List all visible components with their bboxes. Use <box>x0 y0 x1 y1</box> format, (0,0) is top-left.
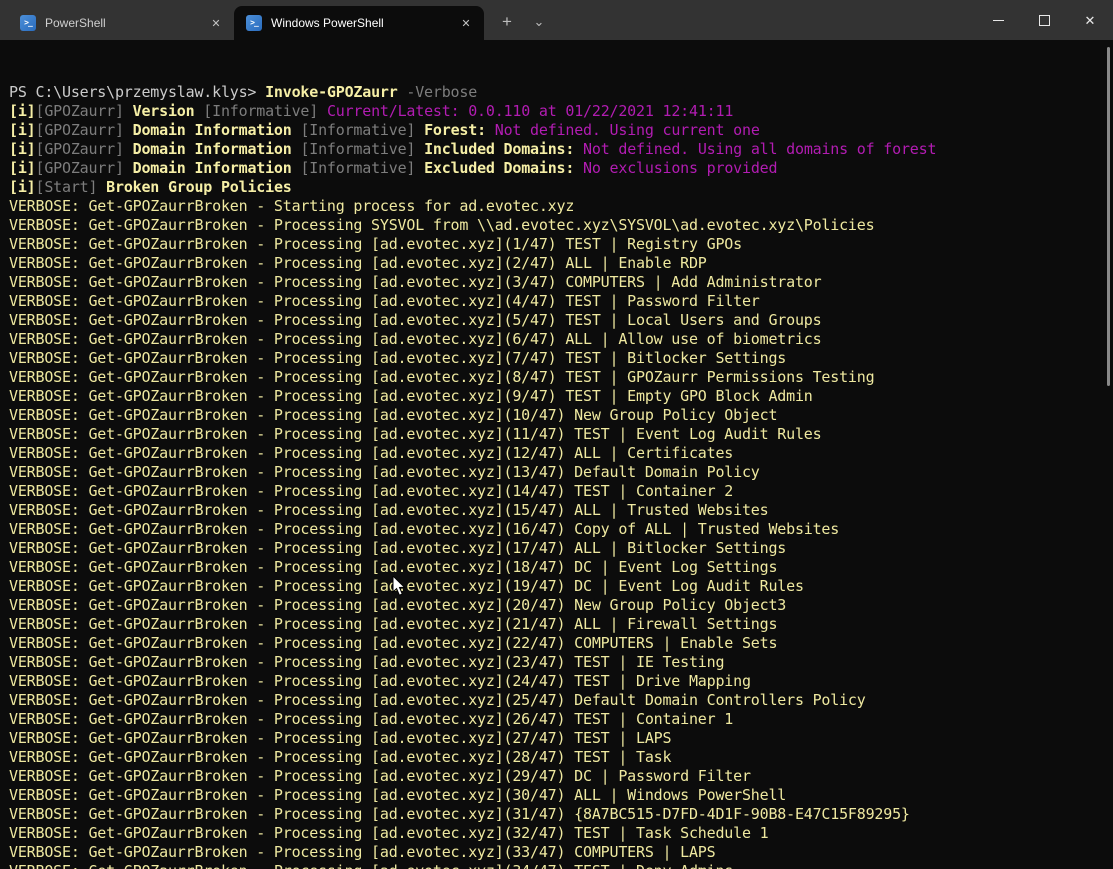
terminal-line: VERBOSE: Get-GPOZaurrBroken - Processing… <box>9 748 1099 767</box>
terminal-line: VERBOSE: Get-GPOZaurrBroken - Processing… <box>9 767 1099 786</box>
terminal[interactable]: PS C:\Users\przemyslaw.klys> Invoke-GPOZ… <box>0 40 1113 869</box>
minimize-button[interactable] <box>975 0 1021 40</box>
terminal-line: VERBOSE: Get-GPOZaurrBroken - Processing… <box>9 786 1099 805</box>
minimize-icon <box>993 20 1004 21</box>
windows-terminal-window: { "window": { "title_bar": { "tabs": [ {… <box>0 0 1113 869</box>
powershell-icon: >_ <box>20 15 36 31</box>
terminal-line: VERBOSE: Get-GPOZaurrBroken - Processing… <box>9 710 1099 729</box>
window-controls: ✕ <box>975 0 1113 40</box>
tab-bar: >_ PowerShell ✕ >_ Windows PowerShell ✕ <box>0 0 484 40</box>
terminal-line: VERBOSE: Get-GPOZaurrBroken - Processing… <box>9 634 1099 653</box>
terminal-line: VERBOSE: Get-GPOZaurrBroken - Processing… <box>9 691 1099 710</box>
terminal-line: [i][Start] Broken Group Policies <box>9 178 1099 197</box>
terminal-line: VERBOSE: Get-GPOZaurrBroken - Processing… <box>9 387 1099 406</box>
maximize-button[interactable] <box>1021 0 1067 40</box>
terminal-line: VERBOSE: Get-GPOZaurrBroken - Processing… <box>9 558 1099 577</box>
terminal-line: VERBOSE: Get-GPOZaurrBroken - Processing… <box>9 729 1099 748</box>
terminal-line: VERBOSE: Get-GPOZaurrBroken - Processing… <box>9 615 1099 634</box>
tab-windows-powershell[interactable]: >_ Windows PowerShell ✕ <box>234 6 484 40</box>
terminal-line: VERBOSE: Get-GPOZaurrBroken - Processing… <box>9 216 1099 235</box>
terminal-line: VERBOSE: Get-GPOZaurrBroken - Processing… <box>9 273 1099 292</box>
scrollbar-thumb[interactable] <box>1107 47 1110 386</box>
terminal-line: VERBOSE: Get-GPOZaurrBroken - Processing… <box>9 482 1099 501</box>
terminal-line: VERBOSE: Get-GPOZaurrBroken - Processing… <box>9 444 1099 463</box>
terminal-line: VERBOSE: Get-GPOZaurrBroken - Processing… <box>9 501 1099 520</box>
terminal-line: VERBOSE: Get-GPOZaurrBroken - Processing… <box>9 311 1099 330</box>
powershell-icon: >_ <box>246 15 262 31</box>
close-tab-icon[interactable]: ✕ <box>454 11 478 35</box>
terminal-line: VERBOSE: Get-GPOZaurrBroken - Processing… <box>9 824 1099 843</box>
terminal-line: VERBOSE: Get-GPOZaurrBroken - Processing… <box>9 330 1099 349</box>
terminal-line: VERBOSE: Get-GPOZaurrBroken - Processing… <box>9 539 1099 558</box>
terminal-line: [i][GPOZaurr] Domain Information [Inform… <box>9 121 1099 140</box>
tab-powershell[interactable]: >_ PowerShell ✕ <box>8 6 234 40</box>
terminal-line: [i][GPOZaurr] Version [Informative] Curr… <box>9 102 1099 121</box>
terminal-line: VERBOSE: Get-GPOZaurrBroken - Processing… <box>9 235 1099 254</box>
close-button[interactable]: ✕ <box>1067 0 1113 40</box>
terminal-line: VERBOSE: Get-GPOZaurrBroken - Processing… <box>9 368 1099 387</box>
close-tab-icon[interactable]: ✕ <box>204 11 228 35</box>
title-bar: >_ PowerShell ✕ >_ Windows PowerShell ✕ + ⌄ ✕ <box>0 0 1113 40</box>
maximize-icon <box>1039 15 1050 26</box>
terminal-line: VERBOSE: Get-GPOZaurrBroken - Processing… <box>9 805 1099 824</box>
terminal-line: VERBOSE: Get-GPOZaurrBroken - Processing… <box>9 292 1099 311</box>
terminal-line: VERBOSE: Get-GPOZaurrBroken - Processing… <box>9 596 1099 615</box>
terminal-line: [i][GPOZaurr] Domain Information [Inform… <box>9 159 1099 178</box>
tab-label: PowerShell <box>45 16 195 30</box>
terminal-line: VERBOSE: Get-GPOZaurrBroken - Processing… <box>9 653 1099 672</box>
tab-dropdown-button[interactable]: ⌄ <box>526 9 552 35</box>
terminal-line: VERBOSE: Get-GPOZaurrBroken - Processing… <box>9 425 1099 444</box>
terminal-line: VERBOSE: Get-GPOZaurrBroken - Starting p… <box>9 197 1099 216</box>
terminal-line: VERBOSE: Get-GPOZaurrBroken - Processing… <box>9 463 1099 482</box>
tab-label: Windows PowerShell <box>271 16 445 30</box>
terminal-line: PS C:\Users\przemyslaw.klys> Invoke-GPOZ… <box>9 83 1099 102</box>
terminal-line: [i][GPOZaurr] Domain Information [Inform… <box>9 140 1099 159</box>
close-icon: ✕ <box>1085 14 1096 27</box>
terminal-line: VERBOSE: Get-GPOZaurrBroken - Processing… <box>9 843 1099 862</box>
scrollbar-track[interactable] <box>1101 40 1113 869</box>
terminal-output: PS C:\Users\przemyslaw.klys> Invoke-GPOZ… <box>9 83 1099 869</box>
terminal-line: VERBOSE: Get-GPOZaurrBroken - Processing… <box>9 254 1099 273</box>
terminal-line: VERBOSE: Get-GPOZaurrBroken - Processing… <box>9 349 1099 368</box>
terminal-line: VERBOSE: Get-GPOZaurrBroken - Processing… <box>9 577 1099 596</box>
terminal-line: VERBOSE: Get-GPOZaurrBroken - Processing… <box>9 862 1099 869</box>
terminal-line: VERBOSE: Get-GPOZaurrBroken - Processing… <box>9 520 1099 539</box>
terminal-line: VERBOSE: Get-GPOZaurrBroken - Processing… <box>9 406 1099 425</box>
new-tab-button[interactable]: + <box>494 9 520 35</box>
terminal-line: VERBOSE: Get-GPOZaurrBroken - Processing… <box>9 672 1099 691</box>
